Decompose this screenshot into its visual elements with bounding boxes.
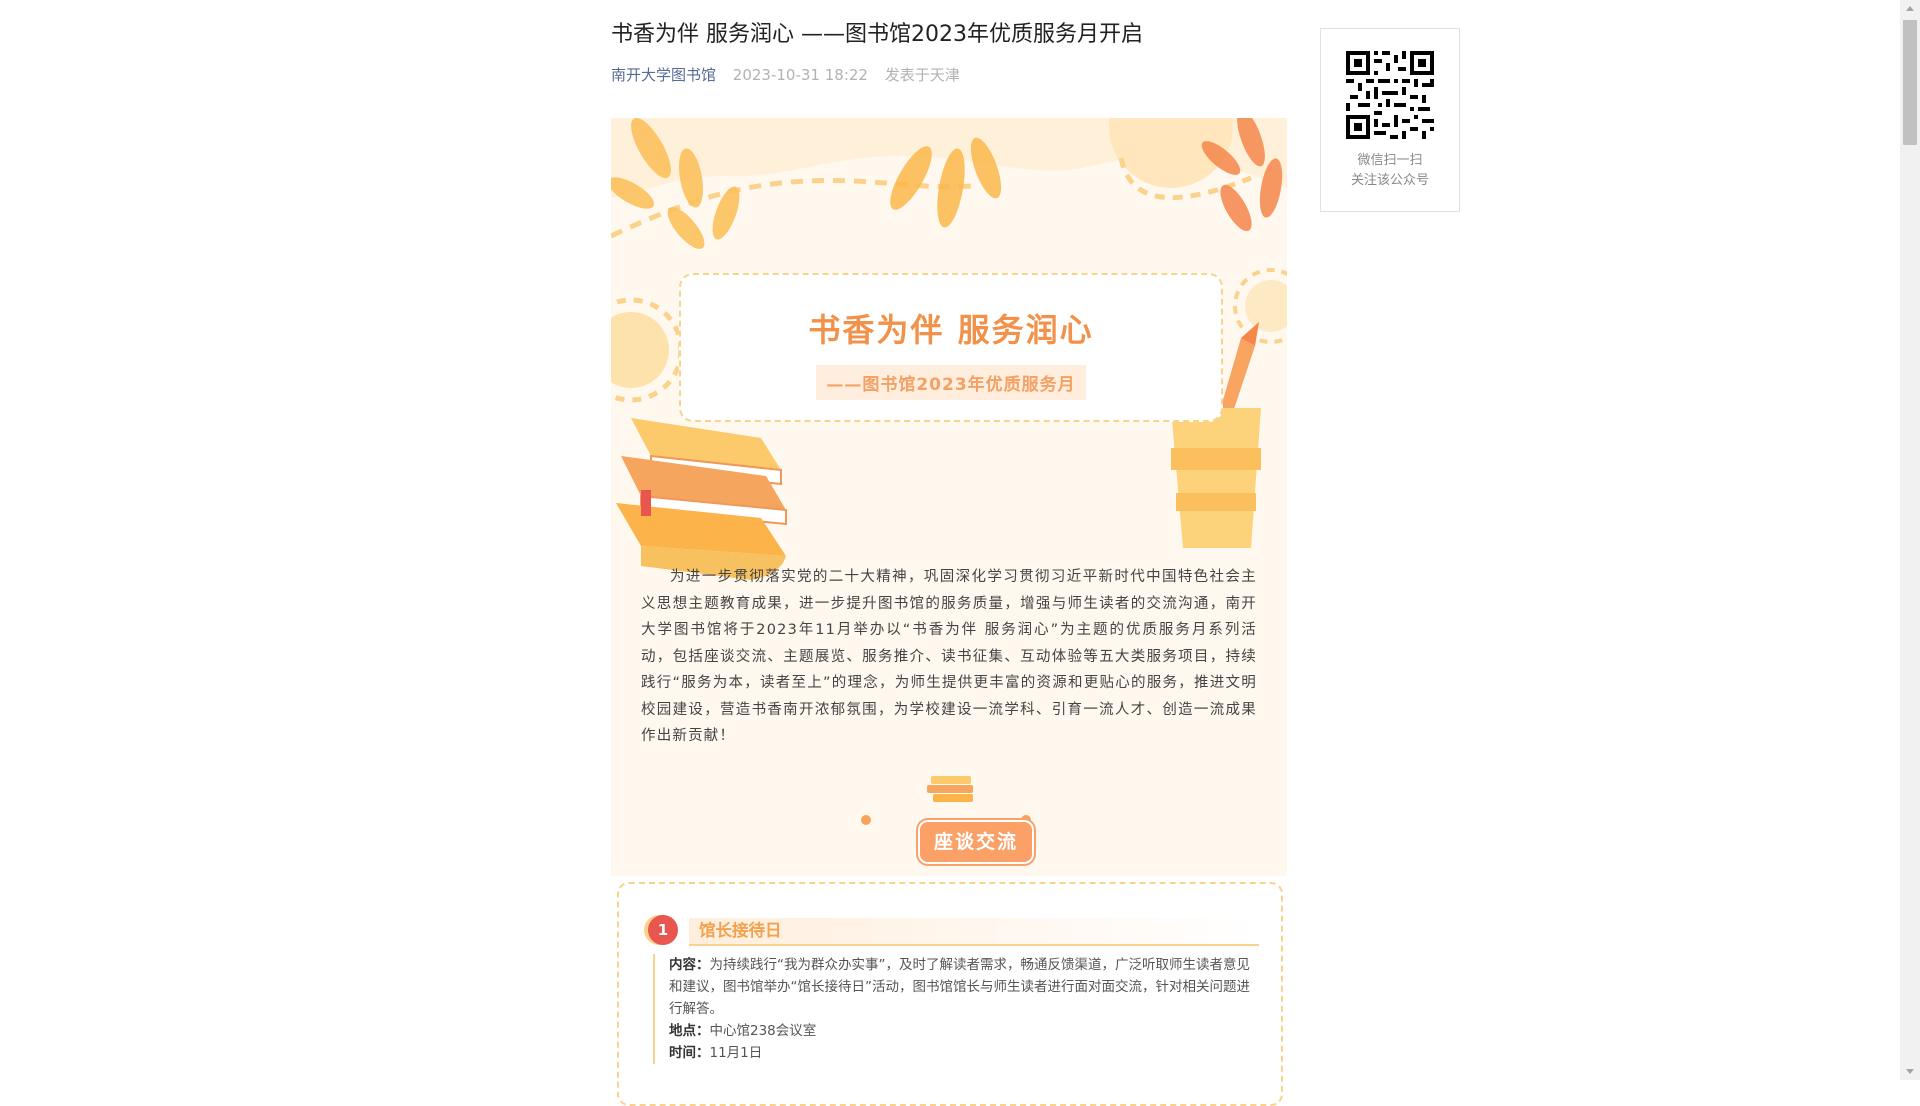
- activity-section: 1 馆长接待日 内容：为持续践行“我为群众办实事”，及时了解读者需求，畅通反馈渠…: [617, 882, 1283, 1106]
- poster-subtitle: ——图书馆2023年优质服务月: [816, 365, 1086, 400]
- activity-time: 时间：11月1日: [669, 1045, 763, 1061]
- article-header: 书香为伴 服务润心 ——图书馆2023年优质服务月开启 南开大学图书馆 2023…: [611, 18, 1287, 85]
- vertical-scrollbar[interactable]: [1900, 0, 1920, 1080]
- qr-caption-line2: 关注该公众号: [1350, 173, 1429, 188]
- qr-caption-line1: 微信扫一扫: [1357, 153, 1423, 168]
- activity-content: 内容：为持续践行“我为群众办实事”，及时了解读者需求，畅通反馈渠道，广泛听取师生…: [669, 957, 1250, 1017]
- publish-location: 发表于天津: [884, 66, 960, 84]
- scroll-up-arrow-icon[interactable]: [1900, 0, 1920, 18]
- poster-decoration: [611, 118, 1287, 825]
- activity-item-header: 1 馆长接待日: [641, 912, 1261, 946]
- author-link[interactable]: 南开大学图书馆: [611, 66, 716, 84]
- section-badge-label: 座谈交流: [918, 820, 1034, 864]
- qr-code-icon: [1346, 51, 1434, 139]
- activity-place: 地点：中心馆238会议室: [669, 1023, 817, 1039]
- activity-details: 内容：为持续践行“我为群众办实事”，及时了解读者需求，畅通反馈渠道，广泛听取师生…: [653, 954, 1255, 1064]
- article-poster: 书香为伴 服务润心 ——图书馆2023年优质服务月 为进一步贯彻落实党的二十大精…: [611, 118, 1287, 876]
- scroll-down-arrow-icon[interactable]: [1900, 1062, 1920, 1080]
- poster-title-card: 书香为伴 服务润心 ——图书馆2023年优质服务月: [679, 273, 1223, 422]
- section-badge: 座谈交流: [868, 778, 1034, 868]
- qr-follow-panel: 微信扫一扫 关注该公众号: [1320, 28, 1460, 212]
- intro-paragraph: 为进一步贯彻落实党的二十大精神，巩固深化学习贯彻习近平新时代中国特色社会主义思想…: [641, 569, 1257, 744]
- activity-title: 馆长接待日: [689, 918, 1259, 946]
- activity-number-badge: 1: [648, 915, 678, 945]
- article-title: 书香为伴 服务润心 ——图书馆2023年优质服务月开启: [611, 22, 1143, 47]
- scrollbar-thumb[interactable]: [1903, 20, 1917, 145]
- publish-date: 2023-10-31 18:22: [732, 66, 868, 84]
- article-meta: 南开大学图书馆 2023-10-31 18:22 发表于天津: [611, 64, 1287, 85]
- poster-title: 书香为伴 服务润心: [808, 311, 1094, 349]
- qr-caption: 微信扫一扫 关注该公众号: [1321, 151, 1459, 191]
